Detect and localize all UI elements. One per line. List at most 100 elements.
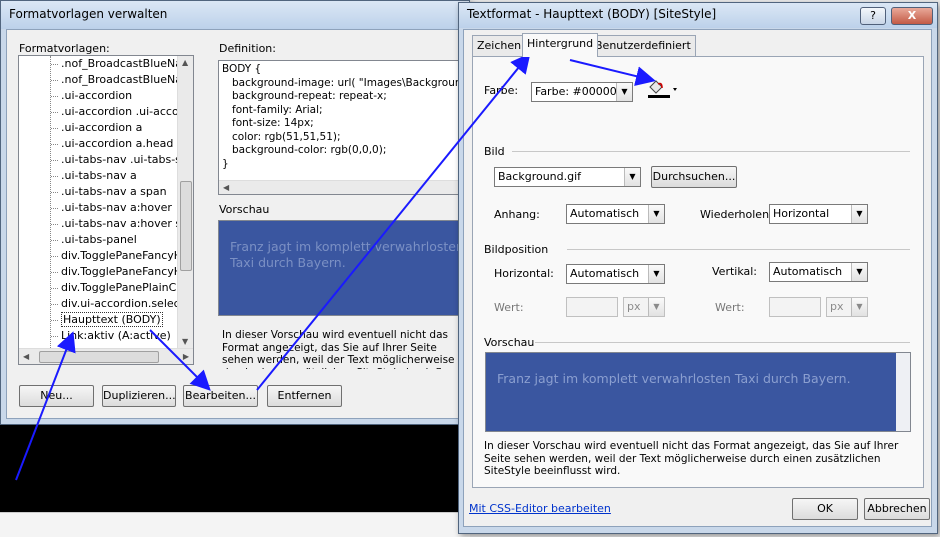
chevron-down-icon[interactable]: ▼ bbox=[648, 205, 664, 223]
tree-item[interactable]: Link:aktiv (A:active) bbox=[19, 328, 193, 344]
tree-item[interactable]: .ui-tabs-nav a bbox=[19, 168, 193, 184]
scroll-down-icon[interactable]: ▼ bbox=[182, 337, 188, 346]
tree-item[interactable]: .ui-accordion a bbox=[19, 120, 193, 136]
tree-item-label: .ui-tabs-nav a:hover bbox=[61, 201, 172, 214]
chevron-down-icon[interactable]: ▼ bbox=[648, 298, 664, 316]
chevron-down-icon[interactable]: ▼ bbox=[616, 83, 632, 101]
repeat-select[interactable]: Horizontal ▼ bbox=[769, 204, 868, 224]
scroll-right-icon[interactable]: ▶ bbox=[183, 352, 189, 361]
group-divider bbox=[512, 151, 910, 152]
repeat-label: Wiederholen: bbox=[700, 208, 773, 221]
tree-item[interactable]: .nof_BroadcastBlueNavb bbox=[19, 56, 193, 72]
horizontal-unit-select[interactable]: px ▼ bbox=[623, 297, 665, 317]
tree-item[interactable]: .ui-accordion a.head bbox=[19, 136, 193, 152]
preview-label: Vorschau bbox=[219, 203, 270, 216]
close-button[interactable]: X bbox=[891, 7, 933, 25]
tree-item-label: Haupttext (BODY) bbox=[61, 312, 163, 327]
definition-text: BODY { background-image: url( "Images\Ba… bbox=[222, 63, 461, 170]
vertical-value-label: Wert: bbox=[715, 301, 745, 314]
chevron-down-icon[interactable]: ▼ bbox=[851, 205, 867, 223]
duplicate-button[interactable]: Duplizieren... bbox=[102, 385, 176, 407]
group-divider bbox=[567, 249, 910, 250]
tree-item[interactable]: .ui-tabs-nav a span bbox=[19, 184, 193, 200]
tree-item[interactable]: .ui-tabs-panel bbox=[19, 232, 193, 248]
horizontal-value-label: Wert: bbox=[494, 301, 524, 314]
scroll-thumb[interactable] bbox=[180, 181, 192, 271]
definition-box: BODY { background-image: url( "Images\Ba… bbox=[218, 60, 462, 195]
styles-tree[interactable]: .nof_BroadcastBlueNavb .nof_BroadcastBlue… bbox=[18, 55, 194, 365]
vertical-unit-select[interactable]: px ▼ bbox=[826, 297, 868, 317]
tree-vertical-scrollbar[interactable]: ▲ ▼ bbox=[177, 56, 193, 348]
dialog-title: Formatvorlagen verwalten bbox=[1, 1, 469, 29]
tree-item[interactable]: .ui-tabs-nav a:hover spar bbox=[19, 216, 193, 232]
tree-horizontal-scrollbar[interactable]: ◀ ▶ bbox=[19, 348, 193, 364]
scroll-left-icon[interactable]: ◀ bbox=[223, 183, 229, 192]
definition-label: Definition: bbox=[219, 42, 276, 55]
tree-item-label: div.TogglePaneFancyHe bbox=[61, 249, 189, 262]
vertical-value-input[interactable] bbox=[769, 297, 821, 317]
tab-benutzerdefiniert[interactable]: Benutzerdefiniert bbox=[590, 35, 696, 56]
vertical-select[interactable]: Automatisch ▼ bbox=[769, 262, 868, 282]
preview-note: In dieser Vorschau wird eventuell nicht … bbox=[484, 440, 899, 477]
browse-button[interactable]: Durchsuchen... bbox=[651, 166, 737, 188]
attachment-label: Anhang: bbox=[494, 208, 540, 221]
tree-item[interactable]: div.TogglePaneFancyHe bbox=[19, 264, 193, 280]
tree-item-label: .ui-tabs-nav a:hover spar bbox=[61, 217, 194, 230]
cancel-button[interactable]: Abbrechen bbox=[864, 498, 930, 520]
scroll-thumb-horizontal[interactable] bbox=[39, 351, 159, 363]
attachment-select[interactable]: Automatisch ▼ bbox=[566, 204, 665, 224]
tree-item[interactable]: .ui-tabs-nav a:hover bbox=[19, 200, 193, 216]
tree-item-label: .ui-accordion a bbox=[61, 121, 143, 134]
new-button[interactable]: Neu... bbox=[19, 385, 94, 407]
tree-item[interactable]: div.ui-accordion.selected bbox=[19, 296, 193, 312]
chevron-down-icon[interactable]: ▼ bbox=[851, 263, 867, 281]
color-select-value: Farbe: #000000 bbox=[535, 85, 624, 98]
tree-item[interactable]: .ui-accordion .ui-accordio bbox=[19, 104, 193, 120]
color-picker-button[interactable] bbox=[645, 78, 679, 100]
tree-item-label: .ui-accordion bbox=[61, 89, 133, 102]
definition-hscroll[interactable]: ◀ bbox=[219, 180, 461, 194]
paint-bucket-icon bbox=[648, 80, 677, 98]
tree-item[interactable]: .ui-tabs-nav .ui-tabs-selec bbox=[19, 152, 193, 168]
horizontal-select[interactable]: Automatisch ▼ bbox=[566, 264, 665, 284]
image-select[interactable]: Background.gif ▼ bbox=[494, 167, 641, 187]
horizontal-label: Horizontal: bbox=[494, 267, 554, 280]
preview-box: Franz jagt im komplett verwahrlosten Tax… bbox=[218, 220, 470, 316]
tree-item-label: Link:aktiv (A:active) bbox=[61, 329, 171, 342]
css-editor-link[interactable]: Mit CSS-Editor bearbeiten bbox=[469, 502, 611, 515]
ok-button[interactable]: OK bbox=[792, 498, 858, 520]
chevron-down-icon[interactable]: ▼ bbox=[648, 265, 664, 283]
remove-button[interactable]: Entfernen bbox=[267, 385, 342, 407]
group-divider bbox=[535, 342, 910, 343]
styles-list-label: Formatvorlagen: bbox=[19, 42, 110, 55]
tab-zeichen[interactable]: Zeichen bbox=[472, 35, 527, 56]
background-strip bbox=[0, 512, 470, 537]
tree-item[interactable]: div.TogglePaneFancyHe bbox=[19, 248, 193, 264]
scroll-left-icon[interactable]: ◀ bbox=[23, 352, 29, 361]
position-group-label: Bildposition bbox=[484, 243, 549, 256]
tree-items: .nof_BroadcastBlueNavb .nof_BroadcastBlue… bbox=[19, 56, 193, 344]
tree-item[interactable]: .nof_BroadcastBlueNavb bbox=[19, 72, 193, 88]
horizontal-select-value: Automatisch bbox=[570, 267, 640, 280]
tab-hintergrund[interactable]: Hintergrund bbox=[522, 33, 599, 57]
help-button[interactable]: ? bbox=[860, 7, 886, 25]
color-select[interactable]: Farbe: #000000 ▼ bbox=[531, 82, 633, 102]
tree-item-label: .ui-tabs-nav a span bbox=[61, 185, 167, 198]
repeat-select-value: Horizontal bbox=[773, 207, 830, 220]
attachment-select-value: Automatisch bbox=[570, 207, 640, 220]
tree-item-label: .ui-tabs-nav .ui-tabs-selec bbox=[61, 153, 194, 166]
tree-item[interactable]: Haupttext (BODY) bbox=[19, 312, 193, 328]
chevron-down-icon[interactable]: ▼ bbox=[851, 298, 867, 316]
image-group-label: Bild bbox=[484, 145, 505, 158]
preview-note: In dieser Vorschau wird eventuell nicht … bbox=[222, 329, 463, 369]
tree-item[interactable]: .ui-accordion bbox=[19, 88, 193, 104]
tree-item-label: .ui-accordion a.head bbox=[61, 137, 174, 150]
preview-scrollbar[interactable] bbox=[896, 353, 910, 431]
scroll-up-icon[interactable]: ▲ bbox=[182, 58, 188, 67]
edit-button[interactable]: Bearbeiten... bbox=[183, 385, 258, 407]
tree-item-label: div.TogglePanePlainCor bbox=[61, 281, 188, 294]
horizontal-value-input[interactable] bbox=[566, 297, 618, 317]
chevron-down-icon[interactable]: ▼ bbox=[624, 168, 640, 186]
preview-group-label: Vorschau bbox=[484, 336, 535, 349]
tree-item[interactable]: div.TogglePanePlainCor bbox=[19, 280, 193, 296]
